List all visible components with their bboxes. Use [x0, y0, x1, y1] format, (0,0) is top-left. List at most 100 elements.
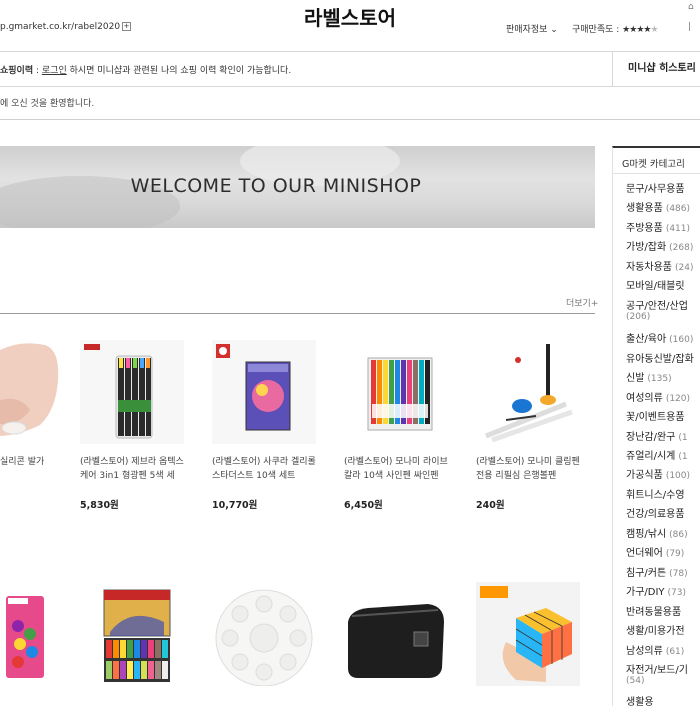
category-name: 남성의류	[626, 646, 663, 657]
category-name: 출산/육아	[626, 334, 667, 345]
category-count: (135)	[647, 374, 672, 384]
product-name[interactable]: (라벨스토어) 제브라 옵텍스 케어 3in1 형광펜 5색 세	[80, 455, 188, 483]
sidebar-category-item[interactable]: 가공식품 (100)	[626, 466, 690, 481]
product-image	[485, 344, 573, 443]
sidebar-category-item[interactable]: 휘트니스/수영	[626, 486, 685, 501]
cart-icon[interactable]: ⌂	[688, 2, 694, 12]
category-count: (268)	[669, 243, 694, 253]
product-image-monami-refill[interactable]	[476, 340, 580, 444]
category-name: 자동차용품	[626, 262, 672, 273]
product-image-paint-palette[interactable]	[212, 582, 316, 686]
sidebar-title-divider	[613, 173, 700, 174]
welcome-message: 에 오신 것을 환영합니다.	[0, 99, 95, 109]
sidebar-category-item[interactable]: 가방/잡화 (268)	[626, 238, 693, 253]
category-count: (486)	[665, 204, 691, 214]
category-name: 가공식품	[626, 470, 663, 481]
more-link[interactable]: 더보기+	[566, 296, 598, 309]
seller-info-dropdown[interactable]: 판매자정보 ⌄	[506, 22, 558, 35]
product-price: 6,450원	[344, 500, 383, 511]
category-count: (78)	[669, 569, 688, 579]
sidebar-category-item[interactable]: 반려동물용품	[626, 603, 681, 618]
sidebar-category-item[interactable]: 자전거/보드/기 (54)	[626, 661, 688, 686]
product-image-monami-livecolor[interactable]	[344, 340, 448, 444]
sidebar-category-item[interactable]: 장난감/완구 (1	[626, 428, 688, 443]
seller-info-label: 판매자정보	[506, 25, 548, 35]
product-image-pouch[interactable]	[344, 582, 448, 686]
sidebar-category-item[interactable]: 침구/커튼 (78)	[626, 564, 688, 579]
login-link[interactable]: 로그인	[42, 66, 67, 76]
category-name: 장난감/완구	[626, 432, 676, 443]
header-divider	[0, 51, 700, 52]
category-name: 문구/사무용품	[626, 184, 685, 195]
product-price: 10,770원	[212, 500, 258, 511]
category-name: 휘트니스/수영	[626, 490, 685, 501]
category-name: 유아동신발/잡화	[626, 354, 694, 365]
category-name: 쥬얼리/시계	[626, 451, 676, 462]
product-image	[367, 357, 433, 431]
product-image-cube[interactable]	[476, 582, 580, 686]
category-name: 공구/안전/산업	[626, 301, 688, 312]
category-name: 반려동물용품	[626, 607, 682, 618]
product-name[interactable]: (라벨스토어) 사쿠라 겔리롤 스타더스트 10색 세트	[212, 455, 320, 483]
product-image	[103, 589, 171, 682]
category-name: 여성의류	[626, 393, 663, 404]
category-name: 침구/커튼	[626, 568, 667, 579]
product-image	[480, 586, 572, 682]
sidebar-category-item[interactable]: 쥬얼리/시계 (1	[626, 447, 688, 462]
shopping-history-message: 쇼핑이력 : 로그인 하시면 미니샵과 관련된 나의 쇼핑 이력 확인이 가능합…	[0, 63, 291, 76]
sidebar-category-item[interactable]: 모바일/태블릿	[626, 277, 685, 292]
sidebar-category-item[interactable]: 생활용	[626, 693, 654, 708]
product-image-zebra-highlighter[interactable]	[80, 340, 184, 444]
category-name: 꽃/이벤트용품	[626, 412, 685, 423]
category-name: 건강/의료용품	[626, 509, 685, 520]
header-divider-icon: |	[688, 22, 692, 32]
minishop-history-button[interactable]: 미니샵 히스토리	[612, 52, 700, 86]
sidebar-category-item[interactable]: 공구/안전/산업 (206)	[626, 297, 688, 322]
sidebar-category-item[interactable]: 유아동신발/잡화	[626, 350, 694, 365]
product-image	[216, 344, 291, 431]
sidebar-category-item[interactable]: 꽃/이벤트용품	[626, 408, 685, 423]
category-count: (61)	[665, 647, 685, 657]
sidebar-category-item[interactable]: 자동차용품 (24)	[626, 258, 693, 273]
category-name: 가구/DIY	[626, 587, 665, 598]
category-count: (79)	[665, 549, 685, 559]
welcome-divider	[0, 119, 700, 120]
sidebar-category-item[interactable]: 여성의류 (120)	[626, 389, 690, 404]
banner-text: WELCOME TO OUR MINISHOP	[130, 175, 422, 197]
star-icon: ★	[650, 25, 658, 35]
history-text: 하시면 미니샵과 관련된 나의 쇼핑 이력 확인이 가능합니다.	[66, 66, 292, 76]
sidebar-category-item[interactable]: 문구/사무용품	[626, 180, 685, 195]
sidebar-category-item[interactable]: 주방용품 (411)	[626, 219, 690, 234]
category-count: (206)	[626, 312, 651, 322]
product-image	[84, 344, 153, 439]
category-count: (1	[678, 433, 688, 443]
sidebar-category-item[interactable]: 캠핑/낚시 (86)	[626, 525, 688, 540]
sidebar-category-item[interactable]: 생활/미용가전	[626, 622, 685, 637]
category-count: (1	[678, 452, 688, 462]
sidebar-category-item[interactable]: 건강/의료용품	[626, 505, 685, 520]
category-sidebar-title: G마켓 카테고리	[622, 159, 685, 170]
product-price: 5,830원	[80, 500, 119, 511]
sidebar-category-item[interactable]: 신발 (135)	[626, 369, 672, 384]
category-name: 모바일/태블릿	[626, 281, 685, 292]
sidebar-category-item[interactable]: 남성의류 (61)	[626, 642, 684, 657]
sidebar-category-item[interactable]: 가구/DIY (73)	[626, 583, 686, 598]
sidebar-category-item[interactable]: 언더웨어 (79)	[626, 544, 684, 559]
product-image	[215, 589, 313, 686]
satisfaction-label: 구매만족도 :	[572, 25, 620, 35]
product-image-mungyo-pastels[interactable]	[80, 582, 184, 686]
product-name[interactable]: (라벨스토어) 모나미 라이브칼라 10색 사인펜 싸인펜	[344, 455, 452, 483]
sidebar-category-item[interactable]: 출산/육아 (160)	[626, 330, 693, 345]
category-name: 언더웨어	[626, 548, 663, 559]
products-divider	[0, 313, 595, 314]
category-count: (54)	[626, 676, 645, 686]
history-divider	[0, 86, 700, 87]
category-name: 캠핑/낚시	[626, 529, 667, 540]
category-count: (24)	[675, 263, 694, 273]
category-name: 가방/잡화	[626, 242, 667, 253]
product-image-gelly-roll[interactable]	[212, 340, 316, 444]
history-separator: :	[33, 66, 42, 76]
category-count: (160)	[669, 335, 694, 345]
sidebar-category-item[interactable]: 생활용품 (486)	[626, 199, 690, 214]
product-name[interactable]: (라벨스토어) 모나미 클링펜 전용 리필심 은행볼펜	[476, 455, 584, 483]
